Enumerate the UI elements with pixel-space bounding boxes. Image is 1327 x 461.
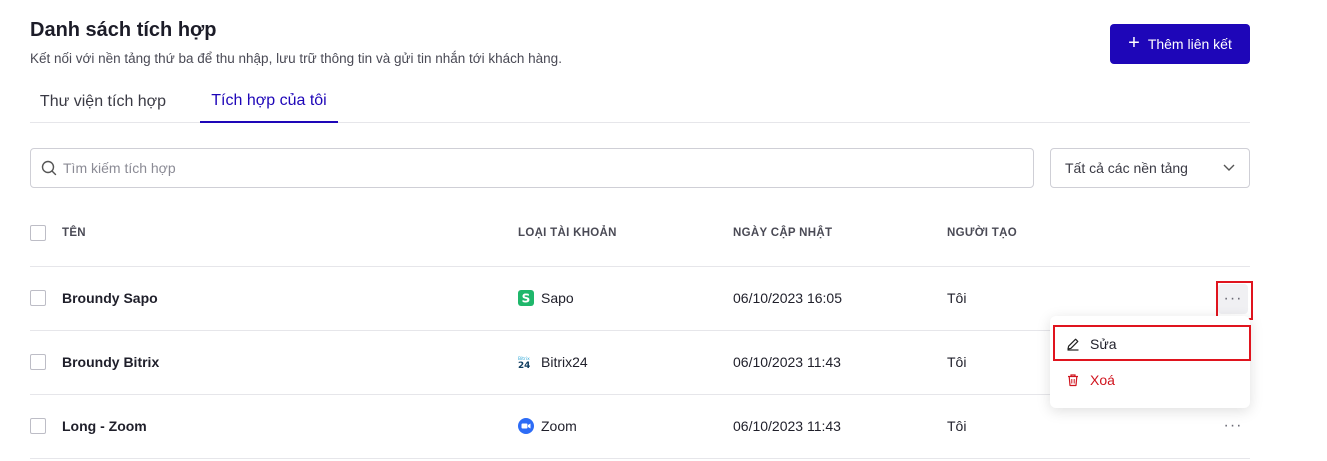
menu-item-delete-label: Xoá: [1090, 372, 1115, 388]
column-header-updated: NGÀY CẬP NHẬT: [733, 227, 833, 239]
add-integration-button[interactable]: + Thêm liên kết: [1110, 24, 1250, 64]
page-subtitle: Kết nối với nền tảng thứ ba để thu nhập,…: [30, 51, 562, 66]
row-updated: 06/10/2023 11:43: [733, 354, 841, 370]
platform-filter-select[interactable]: Tất cả các nền tảng: [1050, 148, 1250, 188]
row-checkbox[interactable]: [30, 290, 46, 306]
row-checkbox[interactable]: [30, 418, 46, 434]
row-name: Long - Zoom: [62, 418, 147, 434]
chevron-down-icon: [1223, 164, 1235, 172]
account-type-label: Bitrix24: [541, 354, 588, 370]
row-checkbox[interactable]: [30, 354, 46, 370]
column-header-account-type: LOẠI TÀI KHOẢN: [518, 227, 617, 239]
search-input[interactable]: [63, 160, 963, 176]
row-name: Broundy Bitrix: [62, 354, 160, 370]
account-type-label: Zoom: [541, 418, 577, 434]
row-updated: 06/10/2023 11:43: [733, 418, 841, 434]
row-name: Broundy Sapo: [62, 290, 158, 306]
sapo-logo-icon: S: [518, 290, 534, 306]
tab-bar: Thư viện tích hợp Tích hợp của tôi: [30, 80, 1250, 123]
svg-text:24: 24: [518, 361, 530, 370]
menu-item-delete[interactable]: Xoá: [1050, 364, 1250, 396]
trash-icon: [1066, 373, 1080, 387]
account-type-label: Sapo: [541, 290, 574, 306]
column-header-name: TÊN: [62, 227, 86, 239]
row-creator: Tôi: [947, 290, 967, 306]
search-icon: [41, 160, 57, 176]
row-creator: Tôi: [947, 354, 967, 370]
platform-filter-value: Tất cả các nền tảng: [1065, 160, 1188, 176]
search-box[interactable]: [30, 148, 1034, 188]
page-title: Danh sách tích hợp: [30, 19, 217, 41]
row-account-type: Zoom: [518, 418, 577, 434]
select-all-checkbox[interactable]: [30, 225, 46, 241]
column-header-creator: NGƯỜI TẠO: [947, 227, 1017, 239]
divider: [30, 266, 1250, 267]
plus-icon: +: [1128, 32, 1140, 54]
row-updated: 06/10/2023 16:05: [733, 290, 842, 306]
row-creator: Tôi: [947, 418, 967, 434]
divider: [30, 458, 1250, 459]
zoom-logo-icon: [518, 418, 534, 434]
tab-my-integrations[interactable]: Tích hợp của tôi: [200, 80, 338, 123]
svg-text:S: S: [522, 292, 531, 306]
row-account-type: Bitrix 24 Bitrix24: [518, 354, 588, 370]
row-actions-button[interactable]: ···: [1218, 411, 1248, 441]
highlight-box: [1216, 281, 1253, 320]
tab-integration-library[interactable]: Thư viện tích hợp: [30, 80, 176, 123]
highlight-box: [1053, 325, 1251, 361]
bitrix24-logo-icon: Bitrix 24: [518, 354, 534, 370]
more-horizontal-icon: ···: [1223, 417, 1243, 434]
add-integration-label: Thêm liên kết: [1147, 36, 1232, 52]
row-account-type: S Sapo: [518, 290, 574, 306]
